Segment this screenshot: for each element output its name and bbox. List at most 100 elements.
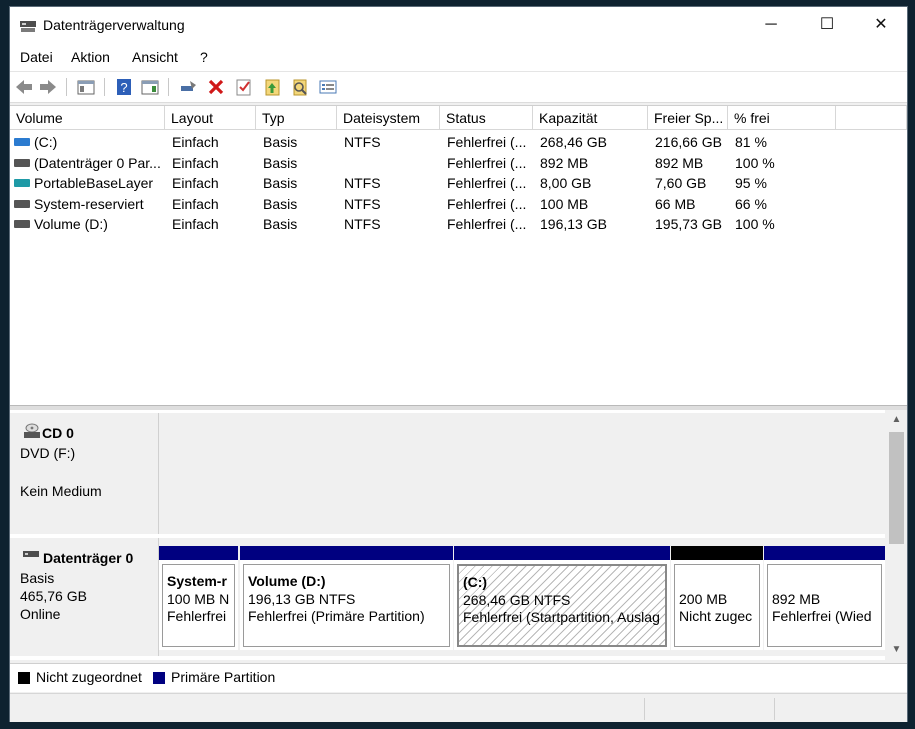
console-tree-icon[interactable] bbox=[76, 77, 96, 97]
volume-row[interactable]: (Datenträger 0 Par... Einfach Basis Fehlerf… bbox=[10, 153, 907, 173]
volume-cell-layout: Einfach bbox=[172, 175, 219, 191]
menu-ansicht[interactable]: Ansicht bbox=[132, 49, 178, 65]
partition-block[interactable]: Volume (D:) 196,13 GB NTFS Fehlerfrei (Pri… bbox=[240, 546, 453, 650]
partition-title: System-r bbox=[167, 573, 227, 589]
minimize-button[interactable]: ─ bbox=[748, 7, 794, 45]
partition-content: System-r 100 MB N Fehlerfrei bbox=[162, 564, 235, 647]
partition-content: 892 MB Fehlerfrei (Wied bbox=[767, 564, 882, 647]
partition-type-bar bbox=[671, 546, 763, 560]
volume-cell-capacity: 8,00 GB bbox=[540, 175, 592, 191]
drive-icon bbox=[14, 158, 30, 167]
volume-cell-capacity: 268,46 GB bbox=[540, 134, 607, 150]
partition-block[interactable]: 892 MB Fehlerfrei (Wied bbox=[764, 546, 885, 650]
volume-row[interactable]: PortableBaseLayer Einfach Basis NTFS Fehlerf… bbox=[10, 173, 907, 193]
legend-bar: Nicht zugeordnet Primäre Partition bbox=[10, 663, 907, 692]
partition-line2: Fehlerfrei bbox=[167, 608, 227, 624]
partition-line1: 100 MB N bbox=[167, 591, 230, 607]
legend-swatch-primary bbox=[153, 672, 165, 684]
status-divider bbox=[774, 698, 775, 720]
forward-icon[interactable] bbox=[38, 77, 58, 97]
column-header-freier-speicher[interactable]: Freier Sp... bbox=[648, 106, 728, 130]
volume-cell-status: Fehlerfrei (... bbox=[447, 175, 527, 191]
volume-cell-pct: 100 % bbox=[735, 154, 775, 171]
menu-bar: Datei Aktion Ansicht ? bbox=[10, 45, 907, 71]
menu-aktion[interactable]: Aktion bbox=[71, 49, 110, 65]
disk0-size: 465,76 GB bbox=[20, 588, 87, 604]
disk0-name: Datenträger 0 bbox=[43, 550, 134, 566]
disk0-label-panel[interactable]: Datenträger 0 Basis 465,76 GB Online bbox=[10, 538, 159, 656]
volume-cell-type: Basis bbox=[263, 175, 298, 191]
column-header-kapazitaet[interactable]: Kapazität bbox=[533, 106, 648, 130]
volume-cell-name: Volume (D:) bbox=[34, 216, 108, 232]
partition-line2: Fehlerfrei (Wied bbox=[772, 608, 872, 624]
menu-help[interactable]: ? bbox=[200, 49, 208, 65]
volume-cell-type: Basis bbox=[263, 216, 298, 232]
disk-management-window: Datenträgerverwaltung ─ ☐ ✕ Datei Aktion… bbox=[9, 6, 908, 722]
partition-block[interactable]: (C:) 268,46 GB NTFS Fehlerfrei (Startparti… bbox=[454, 546, 670, 650]
volume-cell-capacity: 892 MB bbox=[540, 154, 589, 171]
status-bar bbox=[10, 693, 907, 722]
partition-content: 200 MB Nicht zugec bbox=[674, 564, 760, 647]
column-header-prozent-frei[interactable]: % frei bbox=[728, 106, 836, 130]
column-header-status[interactable]: Status bbox=[440, 106, 533, 130]
volume-cell-capacity: 196,13 GB bbox=[540, 216, 607, 232]
vertical-scrollbar[interactable]: ▲ ▼ bbox=[886, 410, 907, 660]
partition-content: (C:) 268,46 GB NTFS Fehlerfrei (Startparti… bbox=[457, 564, 667, 647]
maximize-button[interactable]: ☐ bbox=[804, 7, 850, 45]
back-icon[interactable] bbox=[14, 77, 34, 97]
toolbar: ? bbox=[10, 71, 907, 103]
column-header-volume[interactable]: Volume bbox=[10, 106, 165, 130]
partition-line1: 892 MB bbox=[772, 591, 821, 607]
cd0-label-panel[interactable]: CD 0 DVD (F:) Kein Medium bbox=[10, 413, 159, 534]
properties-icon[interactable] bbox=[290, 77, 310, 97]
title-bar: Datenträgerverwaltung ─ ☐ ✕ bbox=[10, 7, 907, 45]
toolbar-separator bbox=[66, 78, 67, 96]
menu-datei[interactable]: Datei bbox=[20, 49, 53, 65]
volume-row[interactable]: System-reserviert Einfach Basis NTFS Fehlerf… bbox=[10, 194, 907, 214]
volume-cell-pct: 100 % bbox=[735, 216, 775, 232]
partition-type-bar bbox=[454, 546, 670, 560]
column-header-typ[interactable]: Typ bbox=[256, 106, 337, 130]
partition-block[interactable]: System-r 100 MB N Fehlerfrei bbox=[159, 546, 238, 650]
drive-icon bbox=[14, 179, 30, 187]
rescan-icon[interactable] bbox=[262, 77, 282, 97]
volume-cell-free: 216,66 GB bbox=[655, 134, 722, 150]
close-button[interactable]: ✕ bbox=[858, 7, 904, 45]
volume-cell-layout: Einfach bbox=[172, 134, 219, 150]
volume-cell-fs bbox=[344, 153, 441, 173]
volume-list: Volume Layout Typ Dateisystem Status Kap… bbox=[10, 105, 907, 406]
volume-cell-free: 7,60 GB bbox=[655, 175, 707, 191]
partition-content: Volume (D:) 196,13 GB NTFS Fehlerfrei (Pri… bbox=[243, 564, 450, 647]
cd-drive-icon bbox=[24, 423, 40, 438]
partition-line1: 196,13 GB NTFS bbox=[248, 591, 356, 607]
volume-row[interactable]: (C:) Einfach Basis NTFS Fehlerfrei (... 268,4… bbox=[10, 132, 907, 152]
partition-line2: Fehlerfrei (Primäre Partition) bbox=[248, 608, 425, 624]
volume-cell-type: Basis bbox=[263, 134, 298, 150]
volume-row[interactable]: Volume (D:) Einfach Basis NTFS Fehlerfrei (.… bbox=[10, 214, 907, 234]
action-pane-icon[interactable] bbox=[140, 77, 160, 97]
volume-cell-fs: NTFS bbox=[344, 195, 381, 212]
column-header-layout[interactable]: Layout bbox=[165, 106, 256, 130]
scroll-up-icon[interactable]: ▲ bbox=[890, 414, 903, 425]
volume-cell-free: 195,73 GB bbox=[655, 216, 722, 232]
volume-cell-fs: NTFS bbox=[344, 175, 381, 191]
scrollbar-thumb[interactable] bbox=[889, 432, 904, 544]
volume-cell-pct: 66 % bbox=[735, 195, 767, 212]
scroll-down-icon[interactable]: ▼ bbox=[890, 644, 903, 655]
help-icon[interactable]: ? bbox=[114, 77, 134, 97]
column-header-empty bbox=[836, 106, 907, 130]
cd0-name: CD 0 bbox=[42, 425, 74, 441]
connect-disk-icon[interactable] bbox=[178, 77, 198, 97]
volume-cell-name: System-reserviert bbox=[34, 195, 144, 212]
svg-text:?: ? bbox=[120, 80, 127, 95]
column-header-dateisystem[interactable]: Dateisystem bbox=[337, 106, 440, 130]
drive-icon bbox=[14, 220, 30, 228]
volume-cell-capacity: 100 MB bbox=[540, 195, 589, 212]
delete-icon[interactable] bbox=[206, 77, 226, 97]
disk0-state: Online bbox=[20, 606, 61, 622]
partition-title: Volume (D:) bbox=[248, 573, 326, 589]
checkmark-icon[interactable] bbox=[234, 77, 254, 97]
partition-line1: 200 MB bbox=[679, 591, 728, 607]
partition-block[interactable]: 200 MB Nicht zugec bbox=[671, 546, 763, 650]
list-view-icon[interactable] bbox=[318, 77, 338, 97]
